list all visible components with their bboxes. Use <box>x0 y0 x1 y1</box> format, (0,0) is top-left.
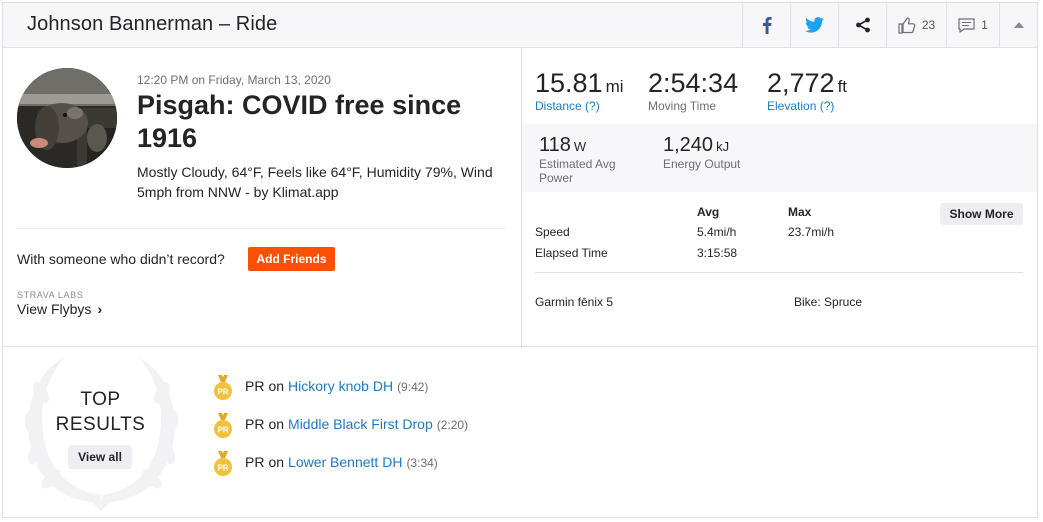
pr-on: on <box>268 454 285 470</box>
add-friends-button[interactable]: Add Friends <box>248 247 335 271</box>
bike-name: Bike: Spruce <box>794 295 863 309</box>
device-name: Garmin fēnix 5 <box>535 295 614 309</box>
pr-on: on <box>268 378 285 394</box>
pr-result-text: PR on Middle Black First Drop (2:20) <box>245 416 468 432</box>
stat-power: 118 W Estimated Avg Power <box>539 133 639 185</box>
facebook-icon <box>762 17 772 34</box>
list-item: PR PR on Hickory knob DH (9:42) <box>213 374 428 400</box>
with-someone-text: With someone who didn’t record? <box>17 251 225 267</box>
kudos-thumb-icon <box>898 16 916 34</box>
speed-max: 23.7mi/h <box>788 225 835 239</box>
pr-on: on <box>268 416 285 432</box>
pr-result-text: PR on Lower Bennett DH (3:34) <box>245 454 438 470</box>
distance-label[interactable]: Distance (?) <box>535 99 624 113</box>
stat-energy: 1,240 kJ Energy Output <box>663 133 763 171</box>
elapsed-time-label: Elapsed Time <box>535 246 608 260</box>
facebook-share-button[interactable] <box>742 3 790 47</box>
activity-name: Pisgah: COVID free since 1916 <box>137 90 462 153</box>
collapse-caret-icon <box>1013 22 1024 28</box>
divider <box>17 228 505 229</box>
energy-unit: kJ <box>716 139 730 154</box>
elapsed-time-avg: 3:15:58 <box>697 246 738 260</box>
pr-medal-icon: PR <box>214 375 232 400</box>
top-results-title: TOP RESULTS <box>53 387 148 437</box>
moving-time-value: 2:54:34 <box>648 68 739 98</box>
segment-time: (2:20) <box>436 418 469 432</box>
strava-labs-label: STRAVA LABS <box>17 290 84 300</box>
col-max-header: Max <box>788 205 812 219</box>
weather-description: Mostly Cloudy, 64°F, Feels like 64°F, Hu… <box>137 164 493 200</box>
chevron-right-icon: › <box>97 301 103 317</box>
avatar[interactable] <box>17 68 117 168</box>
distance-unit: mi <box>605 77 624 96</box>
speed-avg: 5.4mi/h <box>697 225 737 239</box>
pr-result-text: PR on Hickory knob DH (9:42) <box>245 378 428 394</box>
power-unit: W <box>573 139 587 154</box>
moving-time-label: Moving Time <box>648 99 717 113</box>
share-button[interactable] <box>838 3 886 47</box>
stat-distance: 15.81 mi Distance (?) <box>535 67 624 113</box>
top-results-line1: TOP <box>80 389 121 410</box>
power-value: 118 <box>539 134 571 156</box>
kudos-button[interactable]: 23 <box>886 3 946 47</box>
comments-button[interactable]: 1 <box>946 3 999 47</box>
speed-label: Speed <box>535 225 570 239</box>
pr-prefix: PR <box>245 416 265 432</box>
column-divider <box>521 48 522 348</box>
twitter-icon <box>805 17 824 33</box>
show-more-button[interactable]: Show More <box>940 203 1023 225</box>
view-flybys-link[interactable]: View Flybys › <box>17 301 102 317</box>
list-item: PR PR on Lower Bennett DH (3:34) <box>213 450 438 476</box>
segment-link[interactable]: Hickory knob DH <box>288 378 393 394</box>
segment-link[interactable]: Middle Black First Drop <box>288 416 433 432</box>
pr-prefix: PR <box>245 454 265 470</box>
energy-value: 1,240 <box>663 134 714 156</box>
list-item: PR PR on Middle Black First Drop (2:20) <box>213 412 468 438</box>
comment-count: 1 <box>981 18 988 32</box>
twitter-share-button[interactable] <box>790 3 838 47</box>
view-all-button[interactable]: View all <box>68 445 132 469</box>
elevation-label[interactable]: Elevation (?) <box>767 99 847 113</box>
share-icon <box>855 17 870 33</box>
top-results-line2: RESULTS <box>55 414 146 435</box>
comment-icon <box>958 17 975 33</box>
activity-card: Johnson Bannerman – Ride 23 1 12:20 PM o… <box>2 2 1038 518</box>
kudos-count: 23 <box>921 18 936 32</box>
elevation-value: 2,772 <box>767 68 835 98</box>
activity-date: 12:20 PM on Friday, March 13, 2020 <box>137 73 331 87</box>
power-label: Estimated Avg Power <box>539 157 616 185</box>
segment-time: (3:34) <box>406 456 438 470</box>
energy-label: Energy Output <box>663 157 741 171</box>
pr-badge-text: PR <box>217 388 228 397</box>
stat-moving-time: 2:54:34 Moving Time <box>648 67 738 113</box>
pr-badge-text: PR <box>217 426 228 435</box>
dog-photo <box>17 68 117 168</box>
elevation-unit: ft <box>837 77 848 96</box>
pr-prefix: PR <box>245 378 265 394</box>
divider <box>3 346 1037 347</box>
pr-medal-icon: PR <box>214 413 232 438</box>
pr-medal-icon: PR <box>214 451 232 476</box>
activity-header: Johnson Bannerman – Ride 23 1 <box>3 3 1037 48</box>
collapse-button[interactable] <box>999 3 1037 47</box>
view-flybys-label: View Flybys <box>17 301 92 317</box>
distance-value: 15.81 <box>535 68 603 98</box>
pr-badge-text: PR <box>217 464 228 473</box>
stat-elevation: 2,772 ft Elevation (?) <box>767 67 847 113</box>
segment-link[interactable]: Lower Bennett DH <box>288 454 402 470</box>
divider <box>535 272 1023 273</box>
page-title: Johnson Bannerman – Ride <box>27 13 278 35</box>
col-avg-header: Avg <box>697 205 720 219</box>
segment-time: (9:42) <box>397 380 429 394</box>
